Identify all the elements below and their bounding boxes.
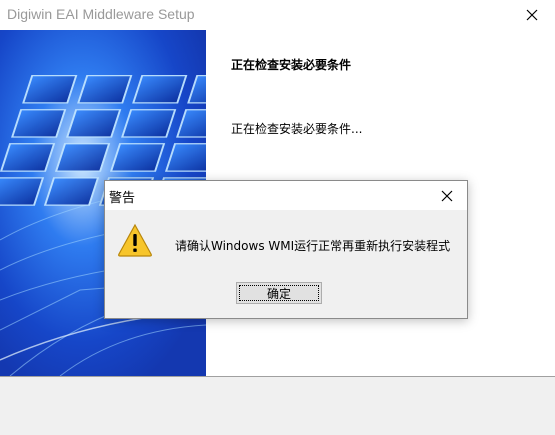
dialog-titlebar: 警告 bbox=[105, 181, 467, 210]
window-close-button[interactable] bbox=[509, 0, 555, 30]
button-bar bbox=[0, 376, 555, 435]
dialog-title: 警告 bbox=[109, 191, 136, 206]
dialog-message: 请确认Windows WMI运行正常再重新执行安装程式 bbox=[175, 239, 451, 253]
dialog-close-button[interactable] bbox=[427, 181, 467, 210]
warning-icon bbox=[118, 223, 152, 257]
warning-dialog: 警告 请确认Windows WMI运行正常再重新执行安装程式 确定 bbox=[104, 180, 468, 319]
window-titlebar: Digiwin EAI Middleware Setup bbox=[0, 0, 555, 30]
ok-button[interactable]: 确定 bbox=[236, 282, 322, 304]
close-icon bbox=[441, 190, 453, 201]
page-heading: 正在检查安装必要条件 bbox=[231, 58, 352, 72]
status-text: 正在检查安装必要条件... bbox=[231, 122, 363, 136]
close-icon bbox=[526, 9, 538, 21]
window-title: Digiwin EAI Middleware Setup bbox=[7, 6, 195, 22]
